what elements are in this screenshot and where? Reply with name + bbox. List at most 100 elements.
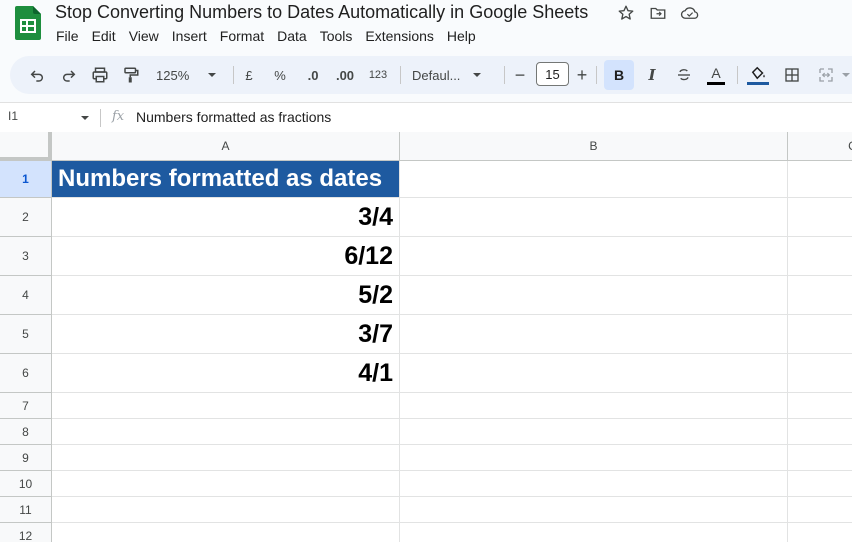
cell-b2[interactable]	[400, 198, 788, 237]
cell-b9[interactable]	[400, 445, 788, 471]
merge-dropdown-chevron-icon[interactable]	[840, 63, 852, 87]
cell-b12[interactable]	[400, 523, 788, 542]
menu-data[interactable]: Data	[277, 28, 313, 44]
cell-c9[interactable]	[788, 445, 852, 471]
cell-a8[interactable]	[52, 419, 400, 445]
number-format-button[interactable]: 123	[366, 63, 390, 87]
menu-extensions[interactable]: Extensions	[365, 28, 439, 44]
increase-decimals-label: .00	[335, 67, 355, 83]
italic-button[interactable]: I	[642, 63, 662, 87]
borders-icon[interactable]	[781, 63, 803, 87]
text-color-swatch	[707, 81, 725, 85]
cell-a12[interactable]	[52, 523, 400, 542]
zoom-select[interactable]: 125%	[156, 63, 226, 87]
cell-c12[interactable]	[788, 523, 852, 542]
cell-c8[interactable]	[788, 419, 852, 445]
cell-b10[interactable]	[400, 471, 788, 497]
name-box[interactable]: I1	[8, 109, 18, 123]
row-header-9[interactable]: 9	[0, 445, 52, 471]
column-header-c[interactable]: C	[788, 132, 852, 161]
toolbar: 125% £ % .0 .00 123 Defaul... − 15 + B I…	[10, 56, 852, 94]
document-title[interactable]: Stop Converting Numbers to Dates Automat…	[55, 2, 588, 23]
cell-a6[interactable]: 4/1	[52, 354, 400, 393]
cell-a3[interactable]: 6/12	[52, 237, 400, 276]
row-header-10[interactable]: 10	[0, 471, 52, 497]
formula-input[interactable]: Numbers formatted as fractions	[136, 109, 331, 125]
merge-cells-icon[interactable]	[815, 63, 837, 87]
percent-button[interactable]: %	[270, 63, 290, 87]
menu-edit[interactable]: Edit	[92, 28, 122, 44]
sheets-logo-icon[interactable]	[15, 6, 41, 40]
cell-c3[interactable]	[788, 237, 852, 276]
cell-c4[interactable]	[788, 276, 852, 315]
column-header-a[interactable]: A	[52, 132, 400, 161]
cell-a4[interactable]: 5/2	[52, 276, 400, 315]
cell-a7[interactable]	[52, 393, 400, 419]
cell-a2[interactable]: 3/4	[52, 198, 400, 237]
menu-file[interactable]: File	[56, 28, 85, 44]
decrease-decimals-label: .0	[307, 67, 319, 83]
chevron-down-icon[interactable]	[80, 114, 90, 124]
paint-format-icon[interactable]	[120, 63, 142, 87]
font-size-input[interactable]: 15	[536, 62, 569, 86]
undo-icon[interactable]	[26, 63, 48, 87]
menu-view[interactable]: View	[129, 28, 165, 44]
currency-button[interactable]: £	[239, 63, 259, 87]
fill-color-icon[interactable]	[746, 63, 770, 87]
column-header-b[interactable]: B	[400, 132, 788, 161]
strikethrough-icon[interactable]	[673, 63, 695, 87]
menu-help[interactable]: Help	[447, 28, 482, 44]
increase-decimals-button[interactable]: .00	[332, 63, 358, 87]
chevron-down-icon	[473, 73, 482, 77]
row-header-8[interactable]: 8	[0, 419, 52, 445]
cell-c2[interactable]	[788, 198, 852, 237]
menu-tools[interactable]: Tools	[320, 28, 359, 44]
fill-color-swatch	[747, 82, 769, 85]
row-header-1[interactable]: 1	[0, 161, 52, 198]
toolbar-divider	[400, 66, 401, 84]
cell-b8[interactable]	[400, 419, 788, 445]
cell-c5[interactable]	[788, 315, 852, 354]
cloud-saved-icon[interactable]	[680, 3, 700, 23]
row-header-2[interactable]: 2	[0, 198, 52, 237]
fx-icon: fx	[112, 109, 125, 124]
cell-b7[interactable]	[400, 393, 788, 419]
row-header-12[interactable]: 12	[0, 523, 52, 542]
row-header-6[interactable]: 6	[0, 354, 52, 393]
text-color-label: A	[711, 64, 721, 81]
row-header-5[interactable]: 5	[0, 315, 52, 354]
row-header-3[interactable]: 3	[0, 237, 52, 276]
cell-c1[interactable]	[788, 161, 852, 198]
cell-b4[interactable]	[400, 276, 788, 315]
cell-b5[interactable]	[400, 315, 788, 354]
text-color-button[interactable]: A	[705, 63, 727, 87]
star-icon[interactable]	[616, 3, 636, 23]
cell-c10[interactable]	[788, 471, 852, 497]
menu-insert[interactable]: Insert	[172, 28, 213, 44]
bold-button[interactable]: B	[604, 60, 634, 90]
cell-a10[interactable]	[52, 471, 400, 497]
decrease-font-size-icon[interactable]: −	[512, 63, 528, 87]
font-select[interactable]: Defaul...	[412, 63, 496, 87]
decrease-decimals-button[interactable]: .0	[301, 63, 325, 87]
increase-font-size-icon[interactable]: +	[574, 63, 590, 87]
row-header-4[interactable]: 4	[0, 276, 52, 315]
cell-a5[interactable]: 3/7	[52, 315, 400, 354]
cell-b6[interactable]	[400, 354, 788, 393]
print-icon[interactable]	[89, 63, 111, 87]
select-all-corner[interactable]	[0, 132, 52, 161]
cell-a1[interactable]: Numbers formatted as dates	[52, 161, 400, 198]
cell-c6[interactable]	[788, 354, 852, 393]
cell-c11[interactable]	[788, 497, 852, 523]
cell-b3[interactable]	[400, 237, 788, 276]
redo-icon[interactable]	[58, 63, 80, 87]
menu-format[interactable]: Format	[220, 28, 270, 44]
cell-b1[interactable]	[400, 161, 788, 198]
cell-b11[interactable]	[400, 497, 788, 523]
move-folder-icon[interactable]	[648, 3, 668, 23]
row-header-7[interactable]: 7	[0, 393, 52, 419]
cell-a11[interactable]	[52, 497, 400, 523]
cell-c7[interactable]	[788, 393, 852, 419]
row-header-11[interactable]: 11	[0, 497, 52, 523]
cell-a9[interactable]	[52, 445, 400, 471]
